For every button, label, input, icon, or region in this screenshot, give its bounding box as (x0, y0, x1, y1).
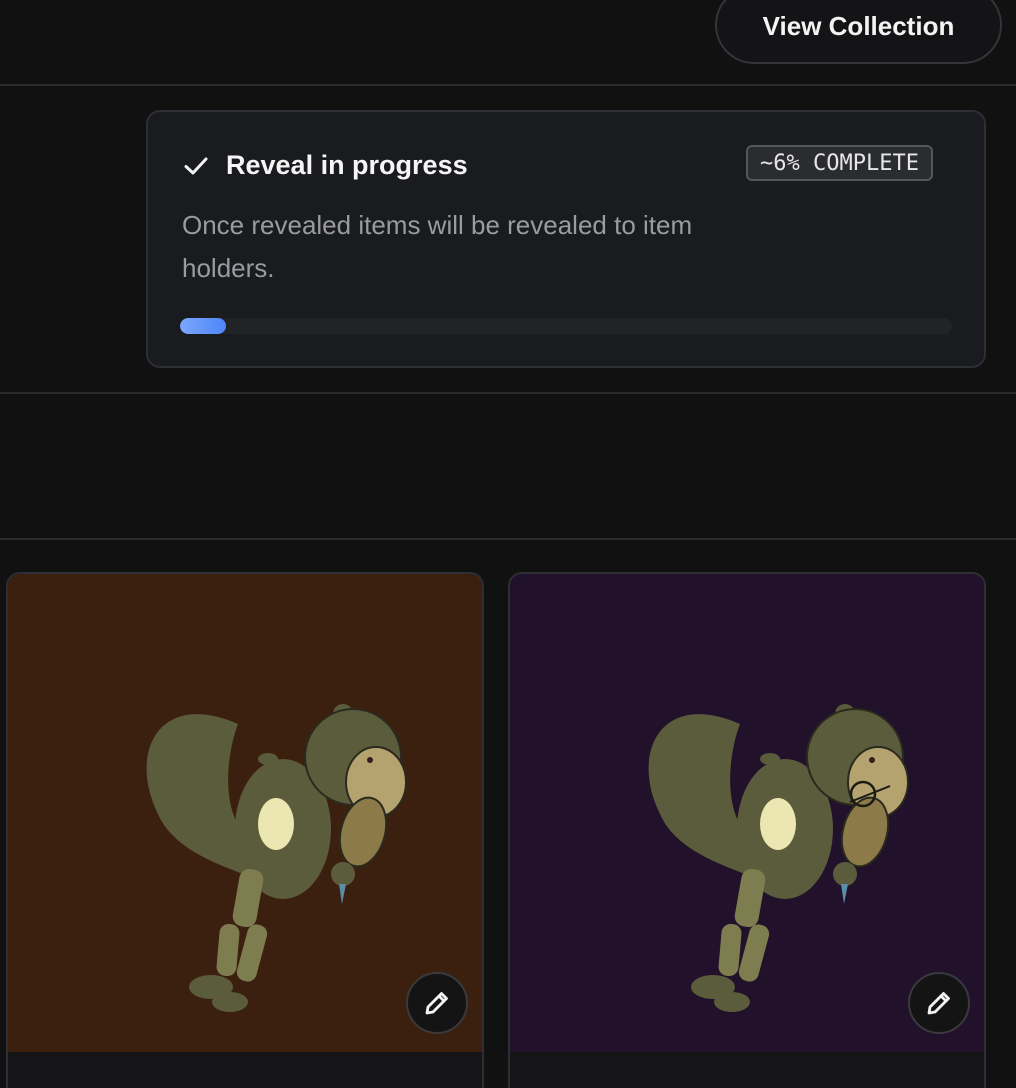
reveal-description: Once revealed items will be revealed to … (182, 210, 693, 283)
header-divider (0, 84, 1016, 86)
nft-image (510, 574, 984, 1052)
edit-button[interactable] (908, 972, 970, 1034)
reveal-title: Reveal in progress (226, 150, 468, 180)
check-icon (184, 157, 208, 175)
reveal-status-card: Reveal in progress ~6% COMPLETE Once rev… (146, 110, 986, 368)
view-collection-label: View Collection (762, 11, 955, 41)
section-divider (0, 392, 1016, 394)
creature-illustration (8, 574, 482, 1052)
reveal-progress-bar (180, 318, 952, 334)
nft-card[interactable] (6, 572, 484, 1088)
reveal-progress-fill (180, 318, 227, 334)
nft-card[interactable] (508, 572, 986, 1088)
creature-illustration (510, 574, 984, 1052)
view-collection-button[interactable]: View Collection (715, 0, 1002, 64)
percent-complete-badge: ~6% COMPLETE (746, 145, 933, 181)
pencil-icon (927, 992, 950, 1015)
nft-card-footer (510, 1052, 984, 1088)
edit-button[interactable] (406, 972, 468, 1034)
nft-card-footer (8, 1052, 482, 1088)
pencil-icon (425, 992, 448, 1015)
grid-divider (0, 538, 1016, 540)
nft-image (8, 574, 482, 1052)
